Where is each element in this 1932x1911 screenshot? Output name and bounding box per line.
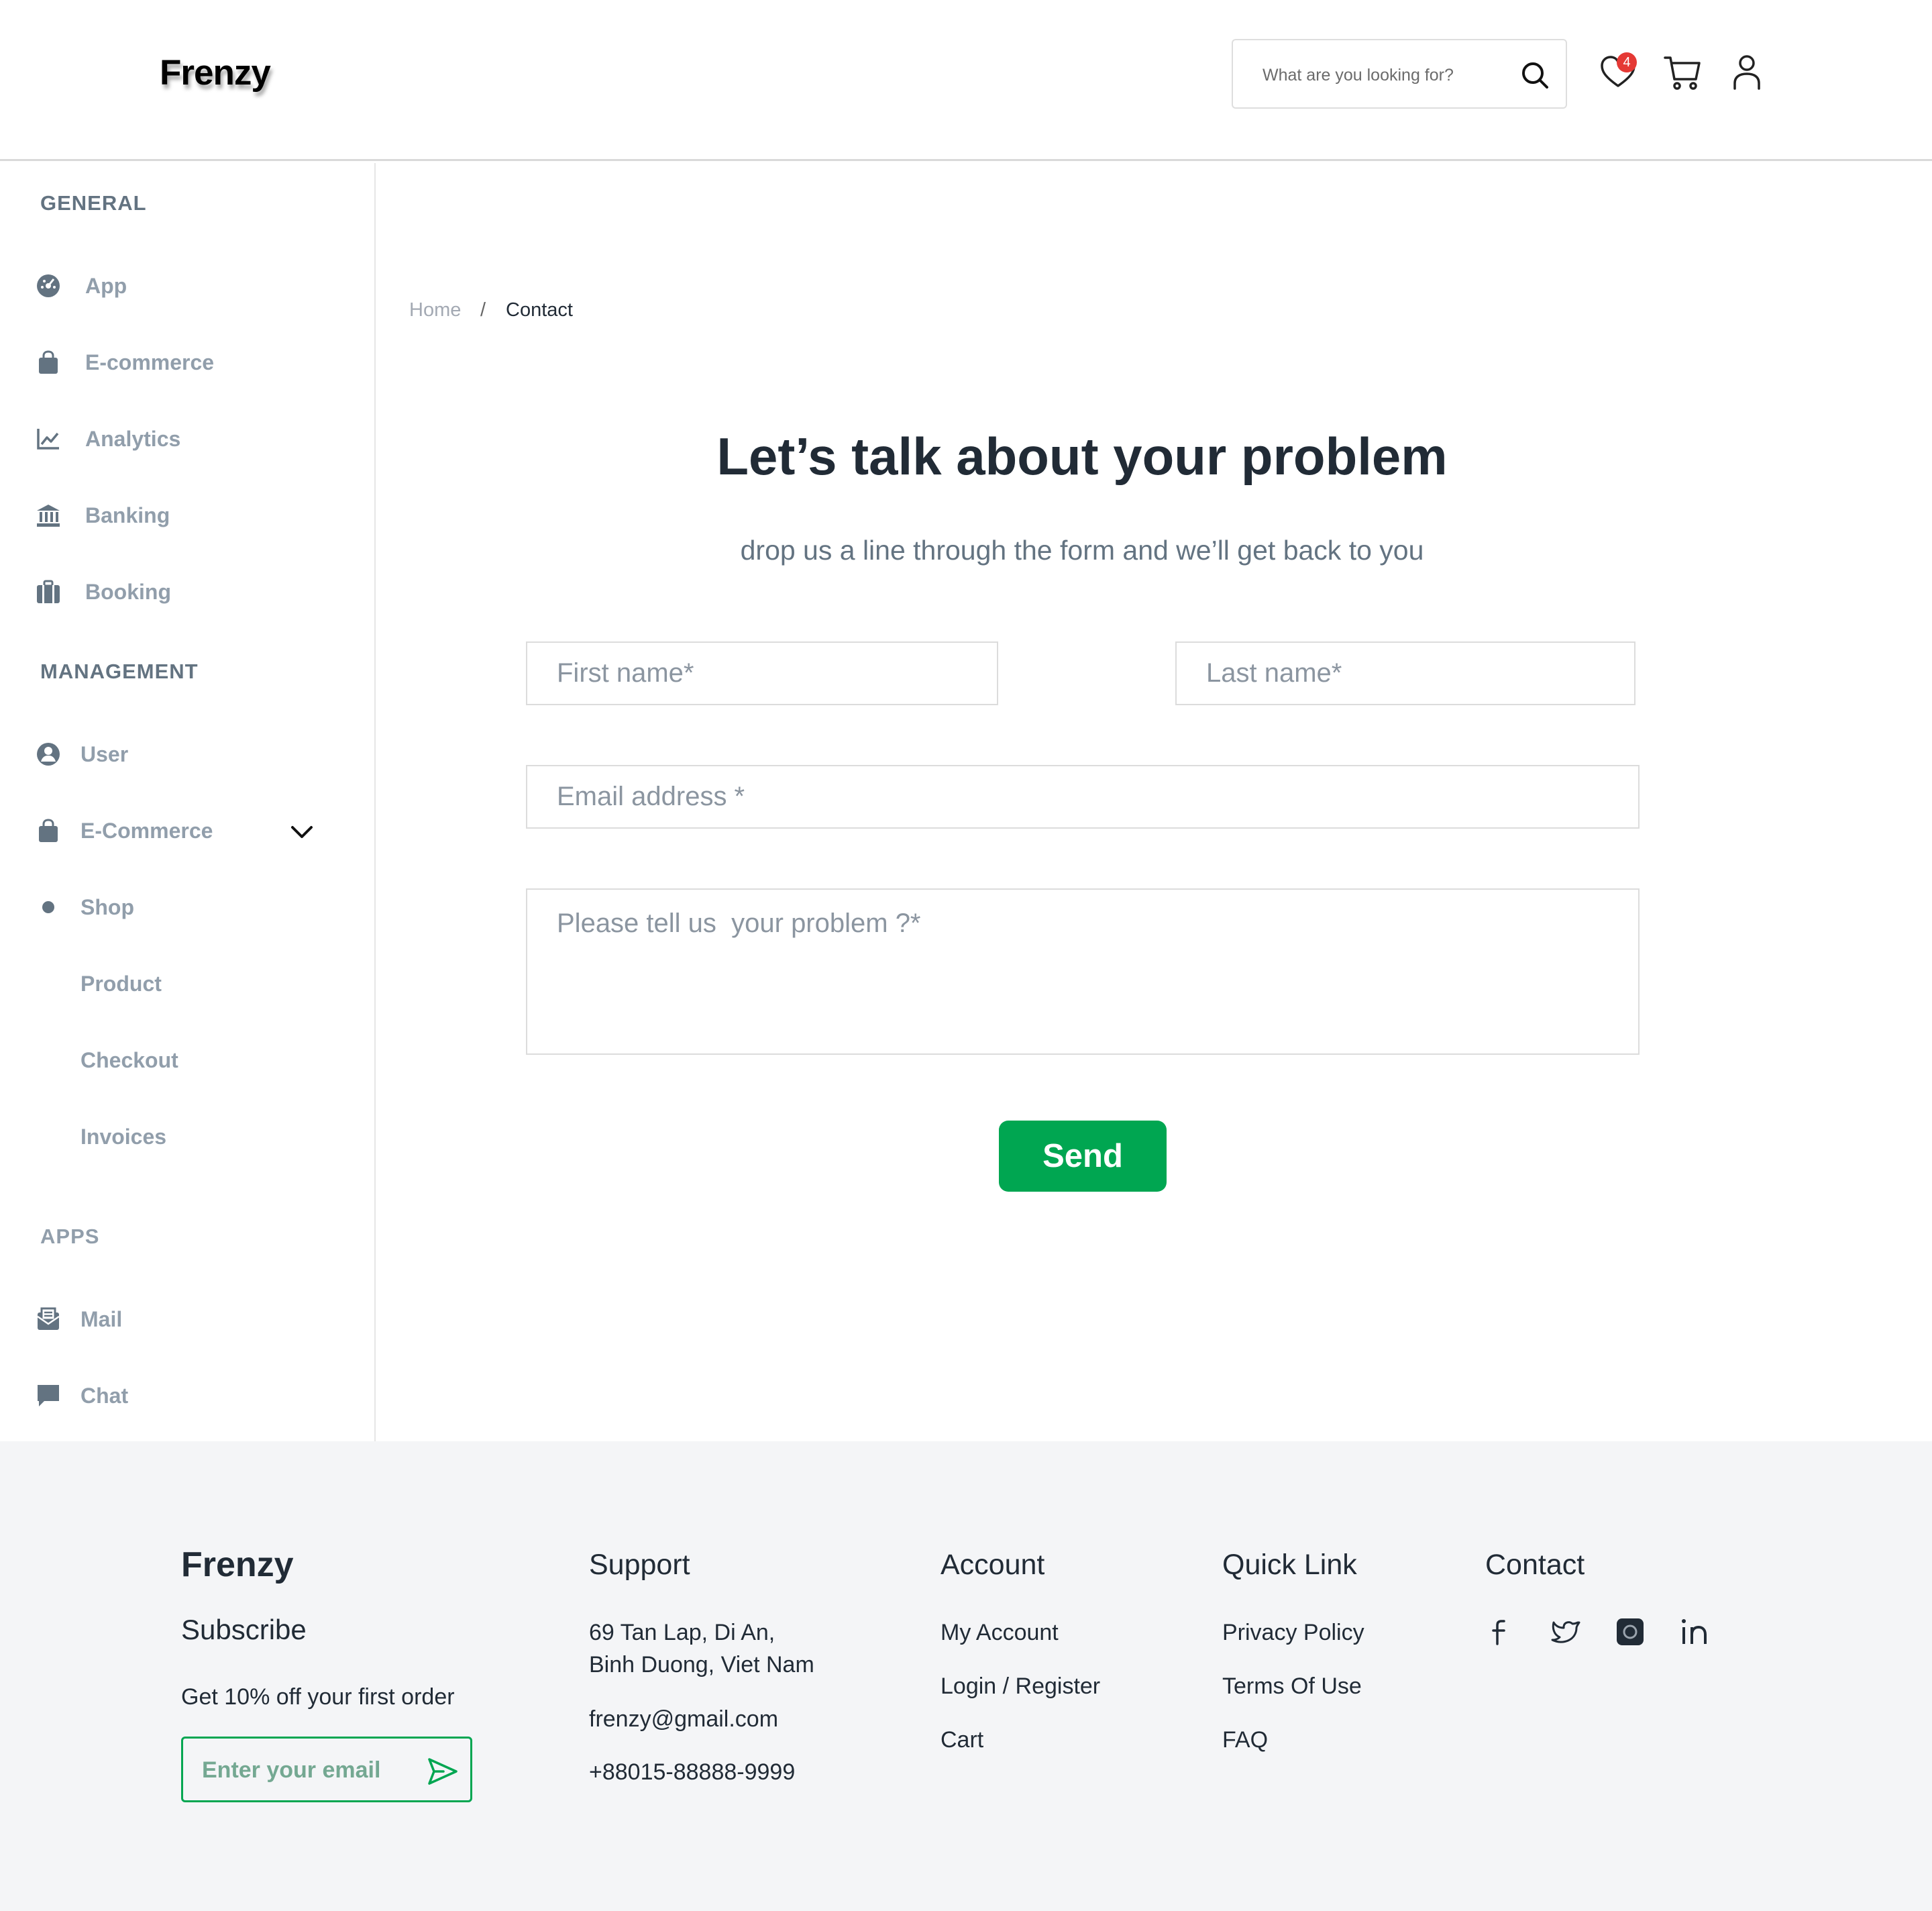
facebook-icon[interactable]	[1484, 1614, 1519, 1649]
sidebar-item-invoices[interactable]: Invoices	[35, 1117, 330, 1157]
sidebar-item-label: E-commerce	[85, 350, 215, 374]
sidebar-item-label: Invoices	[80, 1125, 167, 1149]
sidebar-item-label: User	[80, 742, 129, 766]
subscribe-text: Get 10% off your first order	[181, 1684, 455, 1710]
problem-textarea[interactable]	[526, 888, 1640, 1055]
subscribe-title: Subscribe	[181, 1614, 307, 1645]
luggage-icon	[37, 580, 60, 603]
linkedin-icon[interactable]	[1677, 1614, 1712, 1649]
link-faq[interactable]: FAQ	[1222, 1727, 1268, 1753]
sidebar-item-label: Analytics	[85, 427, 181, 451]
sidebar-item-label: Shop	[80, 895, 134, 919]
last-name-field[interactable]	[1175, 641, 1635, 705]
bank-icon	[37, 505, 60, 527]
user-icon[interactable]	[1727, 52, 1767, 93]
sidebar-section-general: GENERAL	[40, 191, 147, 215]
sidebar-item-booking[interactable]: Booking	[35, 572, 330, 612]
cart-icon[interactable]	[1662, 52, 1703, 93]
user-circle-icon	[37, 743, 60, 766]
wishlist-count-badge: 4	[1617, 52, 1637, 72]
sidebar-item-user[interactable]: User	[35, 734, 330, 774]
link-terms-of-use[interactable]: Terms Of Use	[1222, 1673, 1362, 1700]
dashboard-icon	[37, 274, 60, 297]
sidebar-item-ecommerce[interactable]: E-commerce	[35, 342, 330, 382]
chat-icon	[38, 1385, 59, 1406]
sidebar-item-label: Banking	[85, 503, 170, 527]
sidebar-item-label: Mail	[80, 1307, 123, 1331]
bag-icon	[39, 819, 58, 842]
sidebar-item-analytics[interactable]: Analytics	[35, 419, 330, 459]
sidebar-item-label: E-Commerce	[80, 819, 213, 843]
logo[interactable]: Frenzy	[160, 52, 271, 93]
sidebar: GENERAL App E-commerce Analytics Banking…	[0, 163, 376, 1441]
sidebar-item-chat[interactable]: Chat	[35, 1376, 330, 1416]
twitter-icon[interactable]	[1548, 1614, 1583, 1649]
footer-brand: Frenzy	[181, 1545, 294, 1584]
subscribe-email-input[interactable]	[202, 1755, 417, 1786]
sidebar-item-banking[interactable]: Banking	[35, 495, 330, 535]
sidebar-item-mail[interactable]: Mail	[35, 1299, 330, 1339]
sidebar-item-label: Booking	[85, 580, 171, 604]
link-privacy-policy[interactable]: Privacy Policy	[1222, 1620, 1364, 1646]
page-title: Let’s talk about your problem	[716, 427, 1448, 486]
send-button[interactable]: Send	[999, 1121, 1167, 1192]
quicklink-title: Quick Link	[1222, 1549, 1357, 1581]
support-email[interactable]: frenzy@gmail.com	[589, 1706, 778, 1733]
sidebar-item-shop[interactable]: Shop	[35, 887, 330, 927]
breadcrumb-separator: /	[480, 299, 486, 321]
email-field[interactable]	[526, 765, 1640, 829]
chevron-down-icon[interactable]	[288, 819, 315, 845]
bag-icon	[39, 350, 58, 374]
link-my-account[interactable]: My Account	[941, 1620, 1059, 1646]
search-input[interactable]	[1263, 60, 1511, 90]
link-cart[interactable]: Cart	[941, 1727, 983, 1753]
sidebar-item-label: Chat	[80, 1384, 129, 1408]
support-address-line2: Binh Duong, Viet Nam	[589, 1652, 814, 1677]
breadcrumb-home[interactable]: Home	[409, 299, 461, 321]
page-subtitle: drop us a line through the form and we’l…	[740, 535, 1424, 566]
breadcrumb-current: Contact	[506, 299, 573, 321]
sidebar-item-label: App	[85, 274, 127, 298]
search-box	[1232, 39, 1567, 109]
account-title: Account	[941, 1549, 1045, 1581]
sidebar-section-management: MANAGEMENT	[40, 660, 199, 683]
sidebar-item-app[interactable]: App	[35, 266, 330, 306]
support-phone[interactable]: +88015-88888-9999	[589, 1759, 795, 1786]
search-icon[interactable]	[1517, 58, 1552, 93]
instagram-icon[interactable]	[1613, 1614, 1648, 1649]
sidebar-item-label: Product	[80, 972, 162, 996]
sidebar-item-product[interactable]: Product	[35, 964, 330, 1004]
sidebar-section-apps: APPS	[40, 1225, 100, 1248]
send-icon[interactable]	[426, 1755, 460, 1788]
sidebar-item-ecommerce-group[interactable]: E-Commerce	[35, 811, 330, 851]
link-login-register[interactable]: Login / Register	[941, 1673, 1100, 1700]
support-address-line1: 69 Tan Lap, Di An,	[589, 1620, 775, 1645]
mail-icon	[37, 1307, 60, 1330]
support-title: Support	[589, 1549, 690, 1581]
sidebar-item-label: Checkout	[80, 1048, 178, 1072]
first-name-field[interactable]	[526, 641, 998, 705]
site-header: Frenzy 4	[0, 0, 1932, 161]
sidebar-item-checkout[interactable]: Checkout	[35, 1040, 330, 1080]
chart-icon	[37, 429, 59, 450]
dot-icon	[42, 901, 54, 913]
site-footer: Frenzy Subscribe Get 10% off your first …	[0, 1441, 1932, 1911]
subscribe-box	[181, 1737, 472, 1802]
contact-title: Contact	[1485, 1549, 1585, 1581]
